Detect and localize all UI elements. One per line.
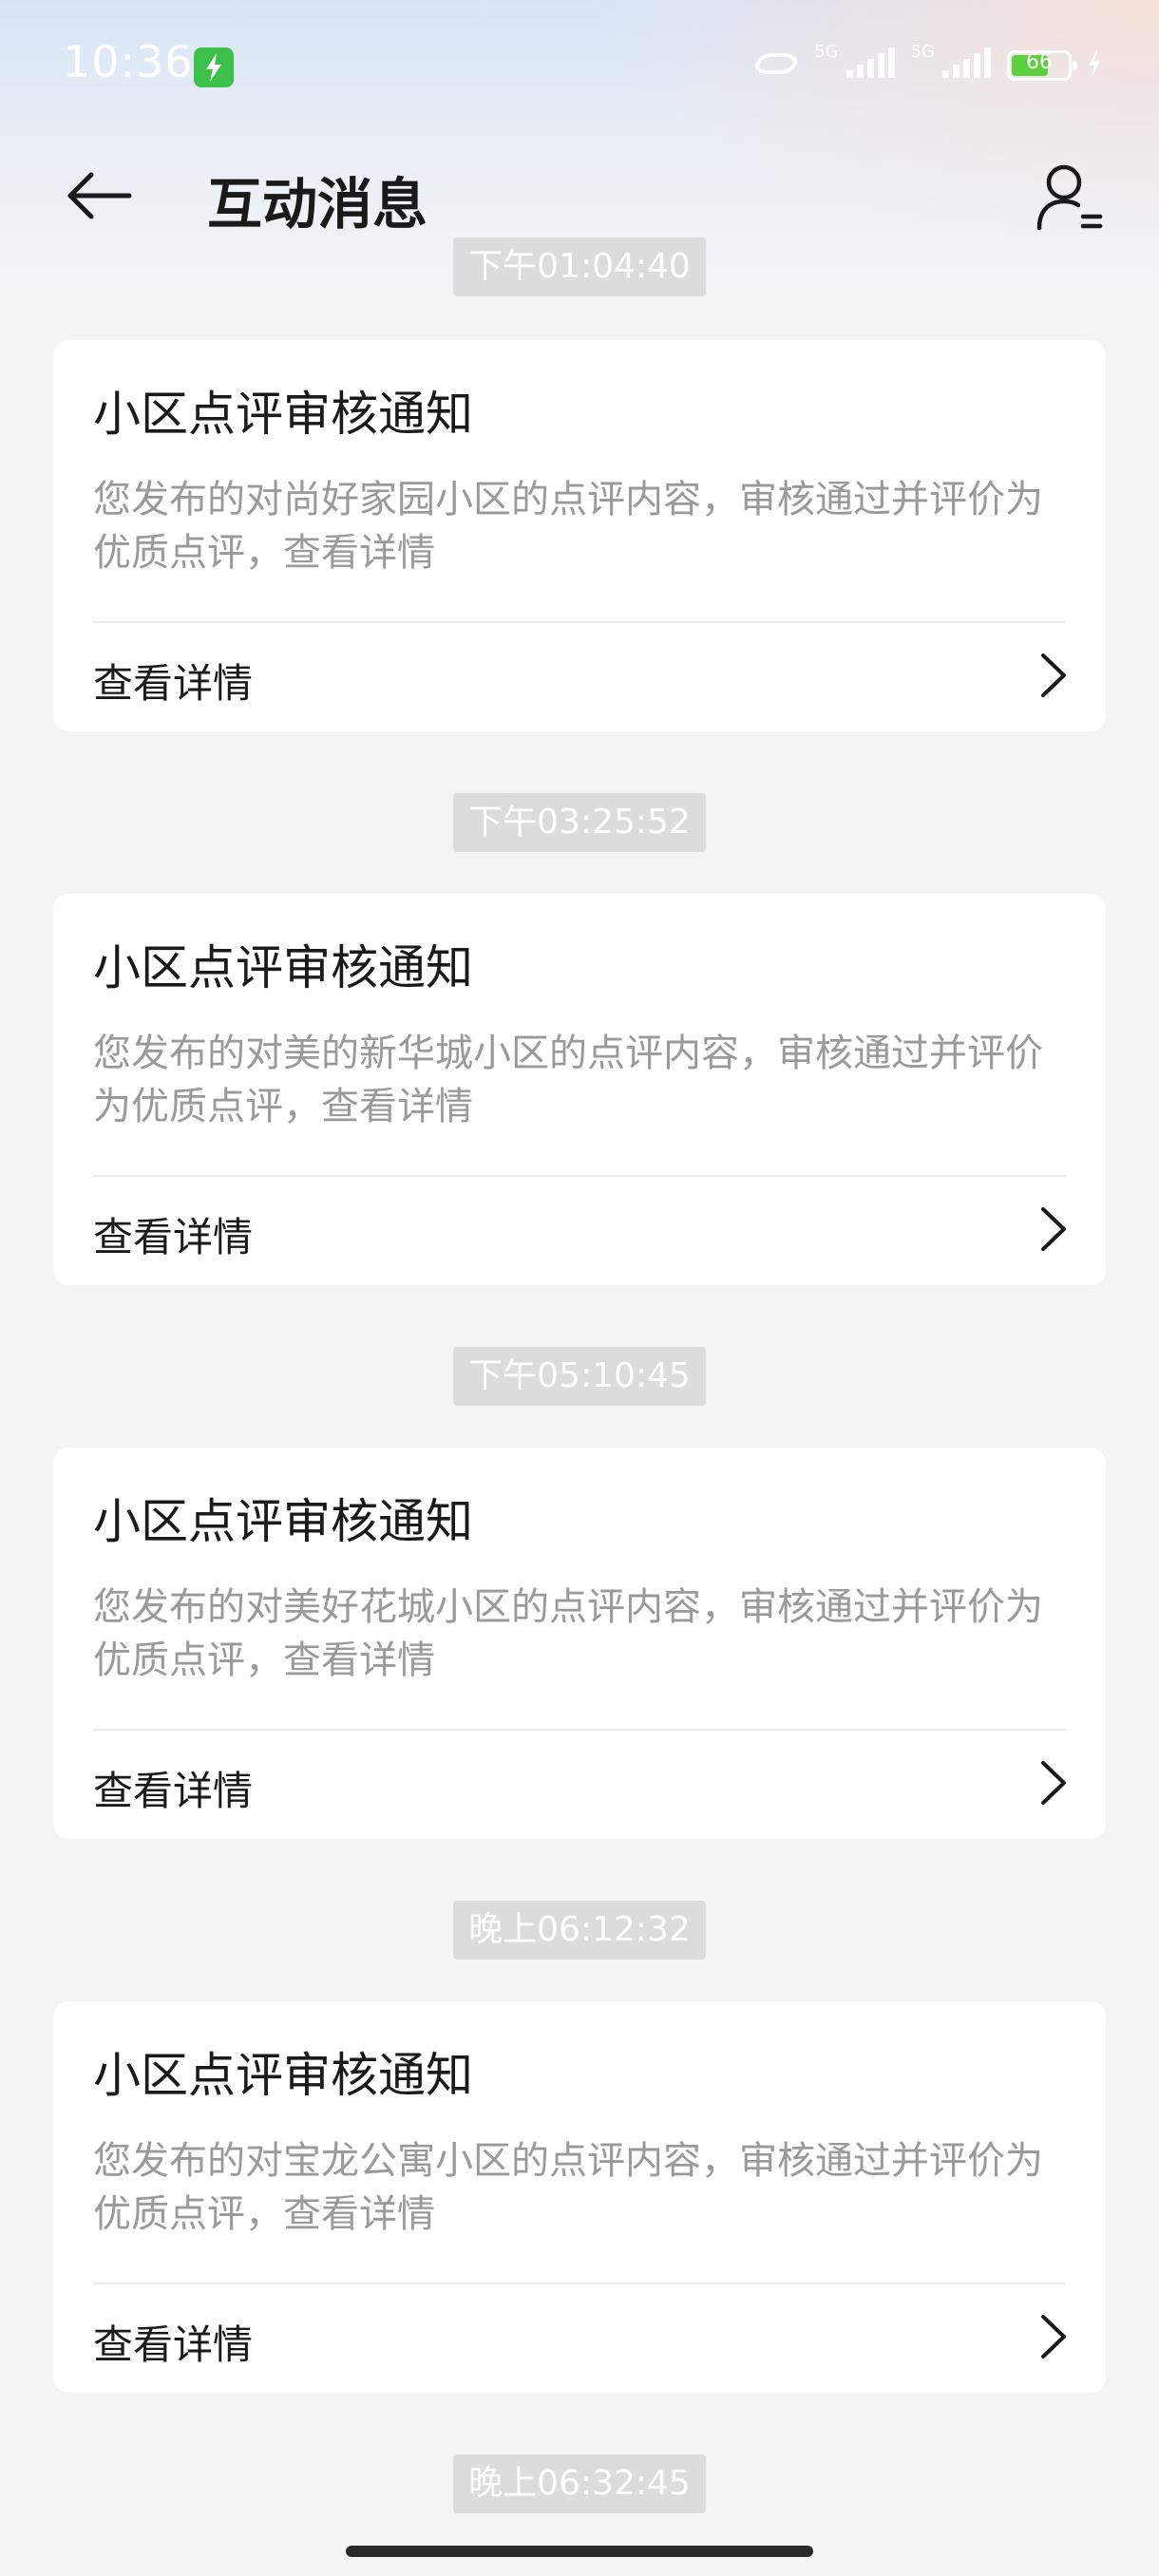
chevron-right-icon <box>1041 1207 1066 1251</box>
view-details-button[interactable]: 查看详情 <box>53 1731 1106 1839</box>
message-title: 小区点评审核通知 <box>93 1494 473 1549</box>
charging-icon <box>194 47 234 87</box>
message-card: 小区点评审核通知 您发布的对美的新华城小区的点评内容，审核通过并评价为优质点评，… <box>53 894 1106 1285</box>
message-description: 您发布的对美好花城小区的点评内容，审核通过并评价为优质点评，查看详情 <box>93 1585 1043 1682</box>
chevron-right-icon <box>1041 2315 1066 2358</box>
battery-icon: 66 <box>1007 50 1077 81</box>
message-list[interactable]: 下午01:04:40 小区点评审核通知 您发布的对尚好家园小区的点评内容，审核通… <box>0 0 1159 2576</box>
status-indicators: 5G 5G 66 <box>751 42 1104 89</box>
battery-level: 66 <box>1026 50 1053 74</box>
hd-link-icon <box>751 47 801 84</box>
arrow-left-icon <box>67 172 132 219</box>
message-title: 小区点评审核通知 <box>93 940 473 995</box>
message-card: 小区点评审核通知 您发布的对美好花城小区的点评内容，审核通过并评价为优质点评，查… <box>53 1448 1106 1839</box>
page-title: 互动消息 <box>207 172 428 237</box>
message-card: 小区点评审核通知 您发布的对宝龙公寓小区的点评内容，审核通过并评价为优质点评，查… <box>53 2001 1106 2393</box>
signal-strength-icon-2 <box>940 47 994 84</box>
message-timestamp: 下午03:25:52 <box>453 793 706 852</box>
home-indicator[interactable] <box>346 2546 813 2557</box>
view-details-label: 查看详情 <box>93 660 254 707</box>
network-label-1: 5G <box>814 42 839 62</box>
message-title: 小区点评审核通知 <box>93 2048 473 2103</box>
view-details-label: 查看详情 <box>93 1768 254 1814</box>
status-bar: 10:36 5G 5G 66 <box>0 0 1159 133</box>
message-description: 您发布的对宝龙公寓小区的点评内容，审核通过并评价为优质点评，查看详情 <box>93 2139 1043 2236</box>
message-timestamp: 晚上06:12:32 <box>453 1901 706 1960</box>
app-header: 互动消息 <box>0 133 1159 256</box>
user-settings-icon <box>1036 164 1103 231</box>
chevron-right-icon <box>1041 653 1066 697</box>
charging-bolt-icon <box>1085 47 1104 84</box>
message-description: 您发布的对美的新华城小区的点评内容，审核通过并评价为优质点评，查看详情 <box>93 1032 1043 1128</box>
message-timestamp: 下午05:10:45 <box>453 1347 706 1406</box>
status-time: 10:36 <box>63 36 194 87</box>
chevron-right-icon <box>1041 1761 1066 1805</box>
signal-strength-icon <box>845 47 898 84</box>
user-settings-button[interactable] <box>1032 160 1108 236</box>
battery-tip <box>1073 61 1077 70</box>
view-details-label: 查看详情 <box>93 2321 254 2368</box>
view-details-button[interactable]: 查看详情 <box>53 2284 1106 2393</box>
network-label-2: 5G <box>910 42 935 62</box>
view-details-label: 查看详情 <box>93 1214 254 1260</box>
view-details-button[interactable]: 查看详情 <box>53 623 1106 731</box>
message-timestamp: 晚上06:32:45 <box>453 2454 706 2513</box>
message-title: 小区点评审核通知 <box>93 387 473 442</box>
back-button[interactable] <box>59 161 144 230</box>
view-details-button[interactable]: 查看详情 <box>53 1177 1106 1285</box>
message-description: 您发布的对尚好家园小区的点评内容，审核通过并评价为优质点评，查看详情 <box>93 478 1043 575</box>
message-card: 小区点评审核通知 您发布的对尚好家园小区的点评内容，审核通过并评价为优质点评，查… <box>53 340 1106 731</box>
